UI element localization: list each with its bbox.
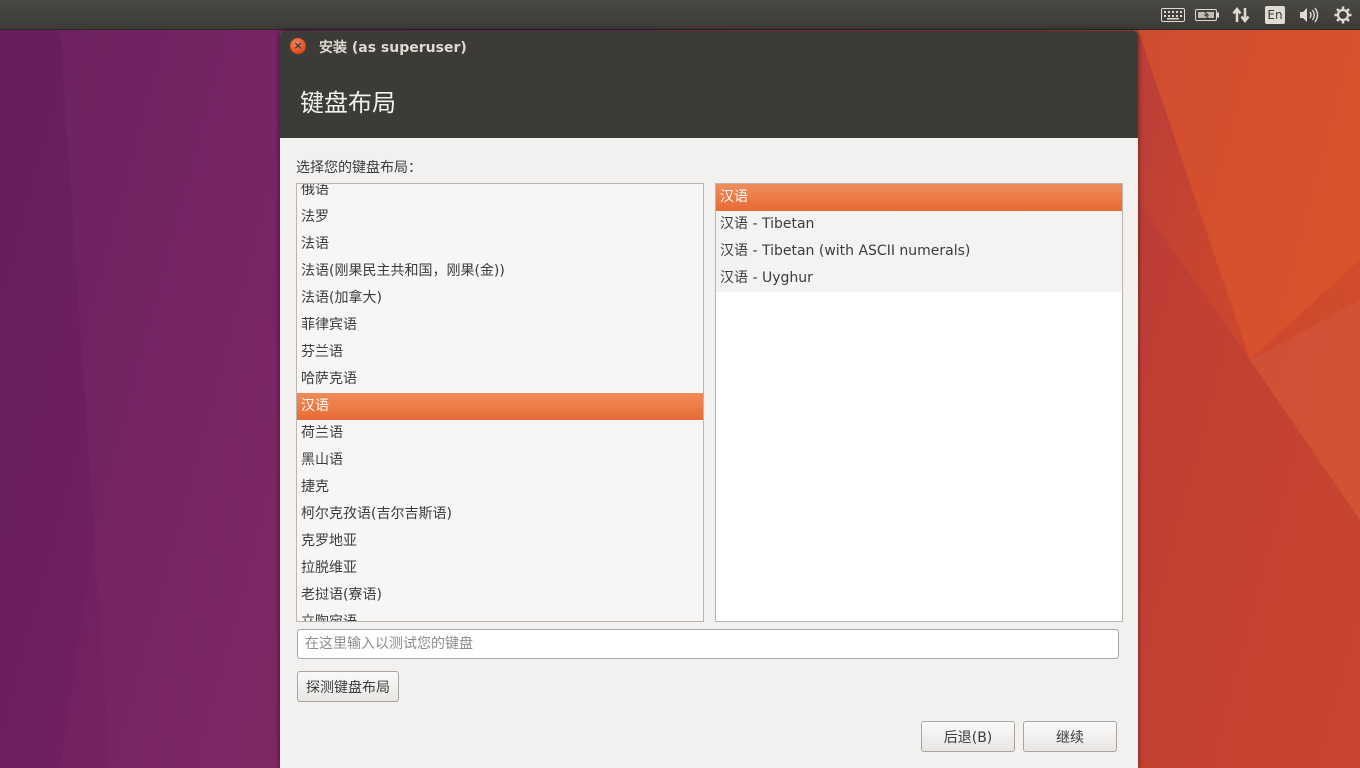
layout-list-item[interactable]: 汉语 <box>297 393 703 420</box>
layout-list-item[interactable]: 法语(刚果民主共和国，刚果(金)) <box>297 258 703 285</box>
page-title: 键盘布局 <box>300 89 396 117</box>
layout-list-item[interactable]: 法语 <box>297 231 703 258</box>
layout-list-item[interactable]: 黑山语 <box>297 447 703 474</box>
variant-list-item[interactable]: 汉语 - Uyghur <box>716 265 1122 292</box>
layout-list-item[interactable]: 柯尔克孜语(吉尔吉斯语) <box>297 501 703 528</box>
close-icon[interactable]: × <box>290 38 306 54</box>
layout-list-item[interactable]: 法语(加拿大) <box>297 285 703 312</box>
layout-list-item[interactable]: 捷克 <box>297 474 703 501</box>
keyboard-layout-list[interactable]: 俄语 法罗 法语 法语(刚果民主共和国，刚果(金)) 法语(加拿大) 菲律宾语 芬兰语 哈萨克… <box>296 183 704 622</box>
variant-list-item[interactable]: 汉语 <box>716 184 1122 211</box>
variant-list-item[interactable]: 汉语 - Tibetan <box>716 211 1122 238</box>
continue-button[interactable]: 继续 <box>1023 721 1117 752</box>
layout-list-item[interactable]: 法罗 <box>297 204 703 231</box>
top-panel: En <box>0 0 1360 30</box>
network-icon[interactable] <box>1224 0 1258 29</box>
layout-list-item[interactable]: 拉脱维亚 <box>297 555 703 582</box>
keyboard-test-input[interactable] <box>297 629 1119 659</box>
window-title: 安装 (as superuser) <box>319 40 467 56</box>
volume-icon[interactable] <box>1292 0 1326 29</box>
detect-layout-button[interactable]: 探测键盘布局 <box>297 671 399 702</box>
layout-prompt-label: 选择您的键盘布局： <box>296 160 422 176</box>
layout-list-item[interactable]: 俄语 <box>297 184 703 204</box>
keyboard-variant-list[interactable]: 汉语 汉语 - Tibetan 汉语 - Tibetan (with ASCII n… <box>715 183 1123 622</box>
input-language-indicator[interactable]: En <box>1258 0 1292 29</box>
layout-list-item[interactable]: 荷兰语 <box>297 420 703 447</box>
system-gear-icon[interactable] <box>1326 0 1360 29</box>
indicator-area: En <box>1156 0 1360 29</box>
window-header: × 安装 (as superuser) 键盘布局 <box>280 31 1138 138</box>
keyboard-icon[interactable] <box>1156 0 1190 29</box>
input-language-icon: En <box>1265 5 1285 24</box>
installer-window: × 安装 (as superuser) 键盘布局 选择您的键盘布局： 俄语 法罗法… <box>280 31 1138 768</box>
layout-list-item[interactable]: 克罗地亚 <box>297 528 703 555</box>
layout-list-item[interactable]: 立陶宛语 <box>297 609 703 621</box>
layout-list-item[interactable]: 老挝语(寮语) <box>297 582 703 609</box>
layout-list-item[interactable]: 菲律宾语 <box>297 312 703 339</box>
layout-list-item[interactable]: 芬兰语 <box>297 339 703 366</box>
variant-list-item[interactable]: 汉语 - Tibetan (with ASCII numerals) <box>716 238 1122 265</box>
battery-icon[interactable] <box>1190 0 1224 29</box>
layout-list-item[interactable]: 哈萨克语 <box>297 366 703 393</box>
back-button[interactable]: 后退(B) <box>921 721 1015 752</box>
